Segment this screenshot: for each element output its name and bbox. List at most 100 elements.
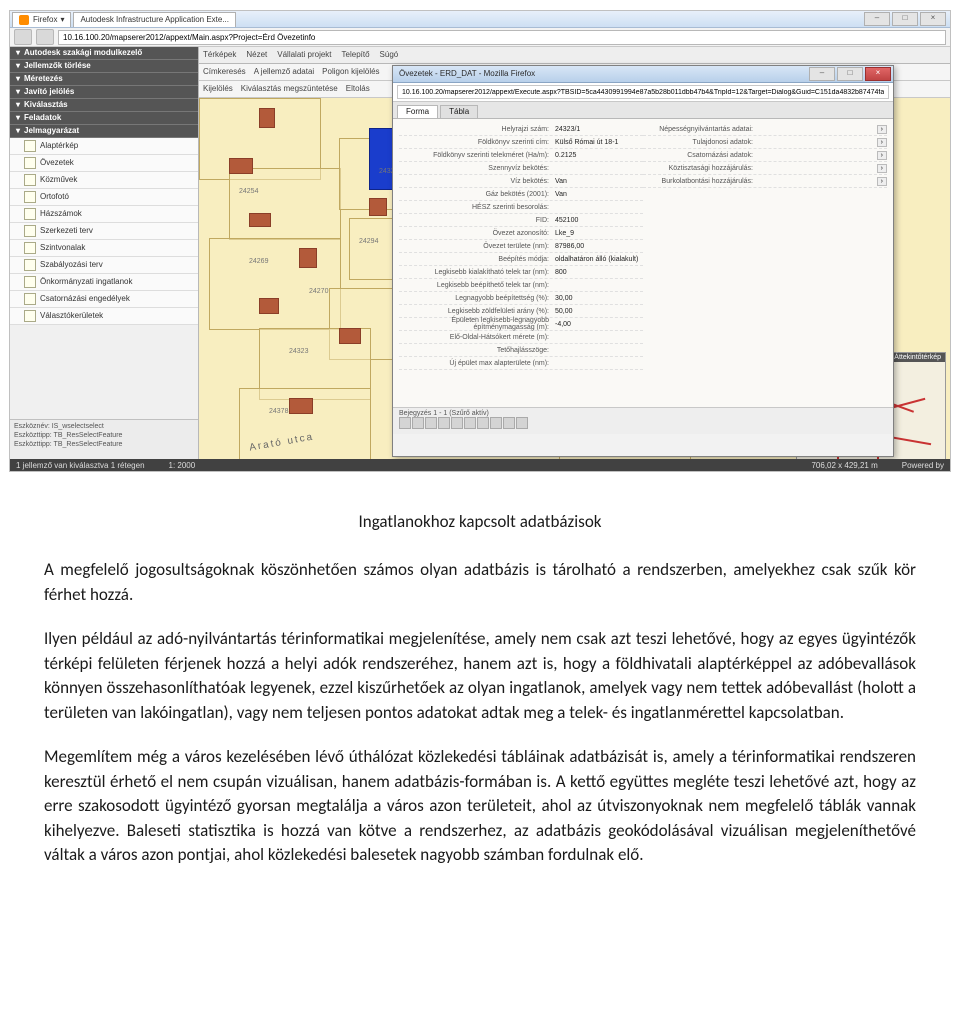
dialog-min-button[interactable]: –	[809, 67, 835, 81]
form-row: Köztisztasági hozzájárulás: ›	[643, 162, 887, 175]
menu-item[interactable]: Térképek	[203, 51, 236, 59]
dialog-titlebar: Övezetek - ERD_DAT - Mozilla Firefox – □…	[393, 66, 893, 83]
window-close-button[interactable]: ×	[920, 12, 946, 26]
form-value[interactable]: Van	[555, 191, 643, 198]
layer-item[interactable]: Házszámok	[10, 206, 198, 223]
dialog-close-button[interactable]: ×	[865, 67, 891, 81]
attribute-dialog: Övezetek - ERD_DAT - Mozilla Firefox – □…	[392, 65, 894, 457]
form-label: HÉSZ szerinti besorolás:	[399, 204, 555, 211]
form-value[interactable]: Külső Római út 18-1	[555, 139, 643, 146]
form-row: Csatornázási adatok: ›	[643, 149, 887, 162]
parcel-number: 24254	[239, 188, 258, 195]
layer-item[interactable]: Szabályozási terv	[10, 257, 198, 274]
sidebar-group[interactable]: Autodesk szakági modulkezelő	[10, 47, 198, 60]
window-min-button[interactable]: –	[864, 12, 890, 26]
form-row: Legkisebb beépíthető telek tar (nm):	[399, 279, 643, 292]
form-label: Beépítés módja:	[399, 256, 555, 263]
menu-item[interactable]: Vállalati projekt	[277, 51, 331, 59]
dialog-max-button[interactable]: □	[837, 67, 863, 81]
sidebar-group[interactable]: Jellemzők törlése	[10, 60, 198, 73]
tool-button[interactable]: Kiválasztás megszüntetése	[241, 85, 338, 93]
dialog-toolbar-icons[interactable]	[399, 417, 887, 431]
form-value[interactable]: 87986,00	[555, 243, 643, 250]
browser-address-bar	[10, 28, 950, 47]
form-label: Legkisebb zöldfelületi arány (%):	[399, 308, 555, 315]
expand-icon[interactable]: ›	[877, 164, 887, 173]
menu-item[interactable]: Nézet	[246, 51, 267, 59]
form-label: Köztisztasági hozzájárulás:	[643, 165, 759, 172]
tool-button[interactable]: Poligon kijelölés	[322, 68, 379, 76]
main-menu: Térképek Nézet Vállalati projekt Telepít…	[199, 47, 950, 64]
layer-item[interactable]: Választókerületek	[10, 308, 198, 325]
tool-button[interactable]: A jellemző adatai	[254, 68, 314, 76]
tab-form[interactable]: Forma	[397, 105, 438, 118]
menu-item[interactable]: Súgó	[380, 51, 399, 59]
expand-icon[interactable]: ›	[877, 151, 887, 160]
tab-table[interactable]: Tábla	[440, 105, 478, 118]
dialog-body: Helyrajzi szám:24323/1Földkönyv szerinti…	[393, 119, 893, 407]
form-row: Épületen legkisebb-legnagyobb építményma…	[399, 318, 643, 331]
url-input[interactable]	[58, 30, 946, 45]
form-value[interactable]: -4,00	[555, 321, 643, 328]
sidebar-group[interactable]: Jelmagyarázat	[10, 125, 198, 138]
parcel-number: 24269	[249, 258, 268, 265]
sidebar-group[interactable]: Javító jelölés	[10, 86, 198, 99]
layer-item[interactable]: Ortofotó	[10, 189, 198, 206]
form-label: Földkönyv szerinti telekméret (Ha/m):	[399, 152, 555, 159]
form-row: Víz bekötés:Van	[399, 175, 643, 188]
layer-item[interactable]: Önkormányzati ingatlanok	[10, 274, 198, 291]
form-label: Gáz bekötés (2001):	[399, 191, 555, 198]
tool-button[interactable]: Kijelölés	[203, 85, 233, 93]
form-row: Burkolatbontási hozzájárulás:›	[643, 175, 887, 188]
powered-by: Powered by	[902, 462, 944, 470]
layer-item[interactable]: Alaptérkép	[10, 138, 198, 155]
form-row: Szennyvíz bekötés:	[399, 162, 643, 175]
doc-title: Ingatlanokhoz kapcsolt adatbázisok	[44, 510, 916, 534]
form-value[interactable]: 50,00	[555, 308, 643, 315]
form-label: Elő-Oldal-Hátsókert mérete (m):	[399, 334, 555, 341]
form-row: HÉSZ szerinti besorolás:	[399, 201, 643, 214]
nav-back-button[interactable]	[14, 29, 32, 45]
sidebar-group[interactable]: Kiválasztás	[10, 99, 198, 112]
form-row: Övezet területe (nm):87986,00	[399, 240, 643, 253]
tool-button[interactable]: Címkeresés	[203, 68, 246, 76]
menu-item[interactable]: Telepítő	[342, 51, 370, 59]
window-max-button[interactable]: □	[892, 12, 918, 26]
record-footer: Bejegyzés 1 - 1 (Szűrő aktív)	[399, 410, 887, 417]
sidebar-group[interactable]: Méretezés	[10, 73, 198, 86]
form-row: Legnagyobb beépítettség (%):30,00	[399, 292, 643, 305]
form-value[interactable]: 30,00	[555, 295, 643, 302]
dialog-url-input[interactable]	[397, 85, 889, 99]
expand-icon[interactable]: ›	[877, 138, 887, 147]
form-value[interactable]: Van	[555, 178, 643, 185]
parcel-number: 24323	[289, 348, 308, 355]
form-label: Tulajdonosi adatok:	[643, 139, 759, 146]
layer-item[interactable]: Szintvonalak	[10, 240, 198, 257]
expand-icon[interactable]: ›	[877, 125, 887, 134]
coord-status: 706,02 x 429,21 m	[811, 462, 877, 470]
parcel-number: 24270	[309, 288, 328, 295]
layer-item[interactable]: Szerkezeti terv	[10, 223, 198, 240]
form-row: FID:452100	[399, 214, 643, 227]
sidebar-group[interactable]: Feladatok	[10, 112, 198, 125]
browser-tab-label: Autodesk Infrastructure Application Exte…	[80, 16, 229, 24]
layer-item[interactable]: Közművek	[10, 172, 198, 189]
tool-button[interactable]: Eltolás	[346, 85, 370, 93]
expand-icon[interactable]: ›	[877, 177, 887, 186]
form-value[interactable]: 800	[555, 269, 643, 276]
form-value[interactable]: 452100	[555, 217, 643, 224]
form-label: Víz bekötés:	[399, 178, 555, 185]
layer-item[interactable]: Csatornázási engedélyek	[10, 291, 198, 308]
form-value[interactable]: Lke_9	[555, 230, 643, 237]
status-bar: 1 jellemző van kiválasztva 1 rétegen 1: …	[10, 459, 950, 472]
form-value[interactable]: 0.2125	[555, 152, 643, 159]
layer-item[interactable]: Övezetek	[10, 155, 198, 172]
form-label: Épületen legkisebb-legnagyobb építményma…	[399, 317, 555, 331]
browser-tab-main[interactable]: Autodesk Infrastructure Application Exte…	[73, 12, 236, 27]
form-value[interactable]: 24323/1	[555, 126, 643, 133]
form-label: Tetőhajlásszöge:	[399, 347, 555, 354]
form-label: Csatornázási adatok:	[643, 152, 759, 159]
form-value[interactable]: oldalhatáron álló (kialakult)	[555, 256, 643, 263]
firefox-button[interactable]: Firefox ▾	[12, 12, 71, 27]
nav-forward-button[interactable]	[36, 29, 54, 45]
